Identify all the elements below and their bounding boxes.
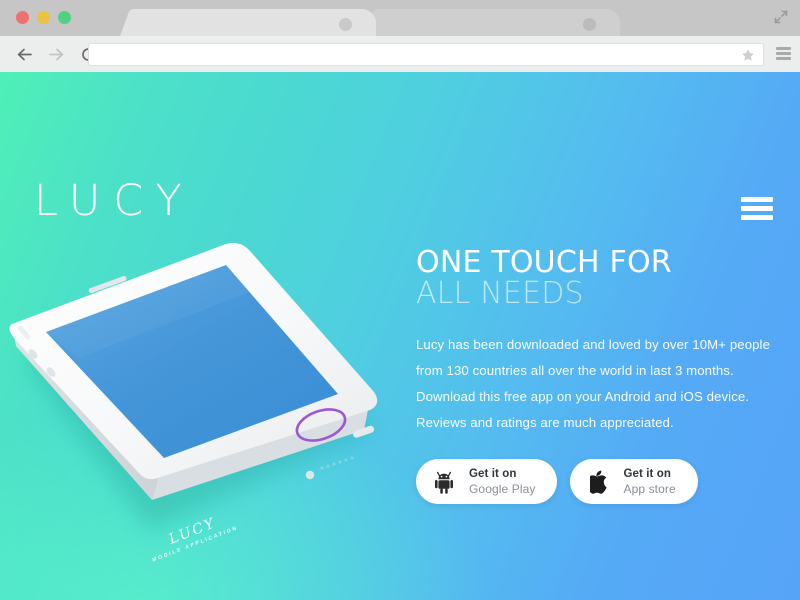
store-buttons: Get it on Google Play Get it on App stor… — [416, 459, 786, 505]
google-play-button[interactable]: Get it on Google Play — [416, 459, 558, 505]
maximize-window-button[interactable] — [58, 11, 71, 24]
browser-titlebar — [0, 0, 800, 36]
expand-fullscreen-icon[interactable] — [772, 8, 790, 26]
back-arrow-icon[interactable] — [10, 40, 38, 68]
page-content: LUCY LUCY MOBILE APPLICATION ONE TOUCH F… — [0, 72, 800, 600]
app-store-labels: Get it on App store — [623, 468, 675, 496]
app-store-top-label: Get it on — [623, 468, 672, 481]
hero-headline: ONE TOUCH FOR ALL NEEDS — [416, 247, 786, 309]
apple-icon — [588, 469, 612, 495]
forward-arrow-icon — [42, 40, 70, 68]
google-play-top-label: Get it on — [469, 468, 517, 481]
android-icon — [434, 469, 458, 495]
address-bar-input[interactable] — [97, 44, 731, 67]
browser-tab-1[interactable] — [120, 9, 376, 36]
close-window-button[interactable] — [16, 11, 29, 24]
headphone-jack — [305, 470, 315, 480]
window-controls — [16, 11, 71, 24]
favicon-icon — [339, 18, 352, 31]
browser-toolbar — [0, 36, 800, 72]
star-icon[interactable] — [741, 48, 755, 62]
google-play-bottom-label: Google Play — [469, 481, 536, 496]
app-store-button[interactable]: Get it on App store — [570, 459, 698, 505]
favicon-icon — [583, 18, 596, 31]
google-play-labels: Get it on Google Play — [469, 468, 535, 496]
hero-paragraph: Lucy has been downloaded and loved by ov… — [416, 337, 771, 431]
app-store-bottom-label: App store — [623, 481, 676, 496]
minimize-window-button[interactable] — [37, 11, 50, 24]
headline-line-1: ONE TOUCH FOR — [416, 245, 672, 280]
hero-copy: ONE TOUCH FOR ALL NEEDS Lucy has been do… — [416, 247, 786, 505]
tab-strip — [0, 0, 800, 36]
phone-mockup: LUCY MOBILE APPLICATION — [0, 232, 400, 564]
browser-tab-2[interactable] — [364, 9, 620, 36]
site-logo[interactable]: LUCY — [34, 180, 195, 223]
address-bar[interactable] — [88, 43, 764, 67]
browser-window: LUCY LUCY MOBILE APPLICATION ONE TOUCH F… — [0, 0, 800, 600]
headline-line-2: ALL NEEDS — [416, 276, 584, 312]
hamburger-menu-icon[interactable] — [776, 47, 791, 60]
site-hamburger-menu-icon[interactable] — [741, 197, 773, 220]
speaker-grille — [320, 456, 354, 470]
